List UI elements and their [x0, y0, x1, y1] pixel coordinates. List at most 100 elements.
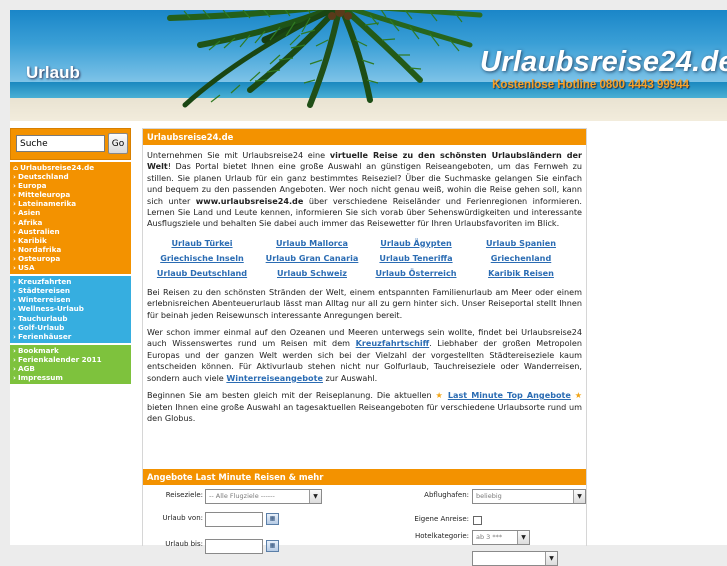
sidebar-item[interactable]: › Städtereisen — [10, 286, 131, 295]
sidebar-item[interactable]: › Nordafrika — [10, 245, 131, 254]
last-minute-link[interactable]: Last Minute Top Angebote — [448, 390, 571, 400]
reiseziele-label: Reiseziele: — [165, 491, 203, 499]
header-section-word: Urlaub — [26, 63, 80, 82]
hotelkategorie-label: Hotelkategorie: — [414, 532, 469, 540]
sidebar-item-label: Urlaubsreise24.de — [20, 163, 95, 172]
sidebar-item[interactable]: › Impressum — [10, 373, 131, 382]
sidebar-item-label: Tauchurlaub — [17, 313, 68, 323]
arrow-icon: › — [13, 190, 16, 200]
sidebar-item[interactable]: › Afrika — [10, 218, 131, 227]
abflughafen-value: beliebig — [476, 492, 502, 500]
sidebar-item-label: Australien — [17, 226, 60, 236]
arrow-icon: › — [13, 244, 16, 254]
sidebar-item[interactable]: › Australien — [10, 227, 131, 236]
chevron-down-icon: ▼ — [309, 490, 321, 503]
hotelkategorie-select[interactable]: ab 3 *** ▼ — [472, 530, 530, 545]
sidebar-item[interactable]: › Karibik — [10, 236, 131, 245]
destination-link[interactable]: Urlaub Österreich — [367, 266, 465, 281]
arrow-icon: › — [13, 172, 16, 182]
arrow-icon: › — [13, 373, 16, 383]
extra-select[interactable]: ▼ — [472, 551, 558, 566]
offers-title-bar: Angebote Last Minute Reisen & mehr — [143, 469, 586, 485]
sidebar-item-label: Europa — [17, 181, 47, 191]
sidebar-item[interactable]: › Europa — [10, 181, 131, 190]
chevron-down-icon: ▼ — [517, 531, 529, 544]
cruise-paragraph: Wer schon immer einmal auf den Ozeanen u… — [147, 327, 582, 384]
beach-paragraph: Bei Reisen zu den schönsten Stränden der… — [147, 286, 582, 320]
calendar-icon[interactable]: ▦ — [266, 513, 279, 525]
sidebar-item[interactable]: › Kreuzfahrten — [10, 277, 131, 286]
sidebar-item-label: Kreuzfahrten — [17, 277, 72, 287]
arrow-icon: › — [13, 295, 16, 305]
search-input[interactable] — [16, 135, 105, 152]
destination-link[interactable]: Urlaub Gran Canaria — [257, 251, 367, 266]
planning-text-b: bieten Ihnen eine große Auswahl an tages… — [147, 401, 582, 423]
sidebar-item[interactable]: › Asien — [10, 208, 131, 217]
arrow-icon: › — [13, 235, 16, 245]
search-box: Go — [10, 128, 131, 160]
site-brand-logo[interactable]: Urlaubsreise24.de — [480, 46, 727, 79]
arrow-icon: › — [13, 263, 16, 273]
sidebar-item-label: Bookmark — [17, 345, 59, 355]
sidebar-item-label: Osteuropa — [17, 253, 61, 263]
star-icon: ★ — [435, 390, 444, 401]
nav-group-3: › Bookmark › Ferienkalender 2011 › AGB › Impres… — [10, 344, 131, 385]
nav-group-2: › Kreuzfahrten › Städtereisen › Winterreisen ›… — [10, 276, 131, 343]
sidebar-item[interactable]: › Bookmark — [10, 346, 131, 355]
main-title-bar: Urlaubsreise24.de — [143, 129, 586, 145]
arrow-icon: › — [13, 286, 16, 296]
winterreiseangebote-link[interactable]: Winterreiseangebote — [226, 373, 323, 383]
sidebar-item[interactable]: › Ferienkalender 2011 — [10, 355, 131, 364]
calendar-icon[interactable]: ▦ — [266, 540, 279, 552]
sidebar-item[interactable]: › Lateinamerika — [10, 199, 131, 208]
sidebar-item-label: Mitteleuropa — [17, 190, 71, 200]
sidebar-item[interactable]: › Tauchurlaub — [10, 314, 131, 323]
destination-link[interactable]: Urlaub Deutschland — [147, 266, 257, 281]
destination-link[interactable]: Urlaub Mallorca — [257, 236, 367, 251]
destination-link[interactable]: Urlaub Schweiz — [257, 266, 367, 281]
kreuzfahrtschiff-link[interactable]: Kreuzfahrtschiff — [356, 338, 430, 348]
urlaub-von-input[interactable] — [205, 512, 263, 527]
eigene-anreise-checkbox[interactable] — [473, 516, 482, 525]
destination-link[interactable]: Griechische Inseln — [147, 251, 257, 266]
sidebar-item[interactable]: › Osteuropa — [10, 254, 131, 263]
destination-link[interactable]: Urlaub Teneriffa — [367, 251, 465, 266]
arrow-icon: › — [13, 331, 16, 341]
home-icon: ⌂ — [13, 163, 19, 172]
destination-links: Urlaub Türkei Urlaub Mallorca Urlaub Ägypt… — [147, 236, 582, 281]
sidebar-item-label: Städtereisen — [17, 286, 71, 296]
destination-link[interactable]: Urlaub Ägypten — [367, 236, 465, 251]
sidebar-item[interactable]: › USA — [10, 263, 131, 272]
header-banner: Urlaub Urlaubsreise24.de Kostenlose Hotl… — [10, 10, 727, 121]
page: Urlaub Urlaubsreise24.de Kostenlose Hotl… — [10, 10, 727, 566]
arrow-icon: › — [13, 226, 16, 236]
destination-link[interactable]: Griechenland — [465, 251, 577, 266]
sidebar: Go ⌂Urlaubsreise24.de›Deutschland›Europa… — [10, 128, 131, 385]
reiseziele-select[interactable]: -- Alle Flugziele ------ ▼ — [205, 489, 322, 504]
arrow-icon: › — [13, 363, 16, 373]
sidebar-item[interactable]: › Winterreisen — [10, 295, 131, 304]
sidebar-item-label: Karibik — [17, 235, 47, 245]
sidebar-item-label: Ferienhäuser — [17, 331, 72, 341]
destination-link[interactable]: Urlaub Spanien — [465, 236, 577, 251]
sidebar-item-label: Nordafrika — [17, 244, 62, 254]
main-content: Urlaubsreise24.de Unternehmen Sie mit Ur… — [142, 128, 587, 566]
destination-link[interactable]: Urlaub Türkei — [147, 236, 257, 251]
urlaub-bis-label: Urlaub bis: — [165, 540, 203, 548]
sidebar-item[interactable]: ⌂ Urlaubsreise24.de — [10, 163, 131, 172]
sidebar-item[interactable]: › Mitteleuropa — [10, 190, 131, 199]
sidebar-item[interactable]: › Ferienhäuser — [10, 332, 131, 341]
destination-link[interactable]: Karibik Reisen — [465, 266, 577, 281]
eigene-anreise-label: Eigene Anreise: — [414, 515, 469, 523]
arrow-icon: › — [13, 217, 16, 227]
sidebar-item[interactable]: › Deutschland — [10, 172, 131, 181]
sidebar-item-label: Asien — [17, 208, 41, 218]
urlaub-bis-input[interactable] — [205, 539, 263, 554]
cruise-text-c: zur Auswahl. — [322, 372, 378, 383]
sidebar-item[interactable]: › Golf-Urlaub — [10, 323, 131, 332]
urlaub-von-label: Urlaub von: — [162, 514, 203, 522]
sidebar-item[interactable]: › Wellness-Urlaub — [10, 304, 131, 313]
sidebar-item[interactable]: › AGB — [10, 364, 131, 373]
abflughafen-select[interactable]: beliebig ▼ — [472, 489, 586, 504]
search-go-button[interactable]: Go — [108, 133, 128, 154]
